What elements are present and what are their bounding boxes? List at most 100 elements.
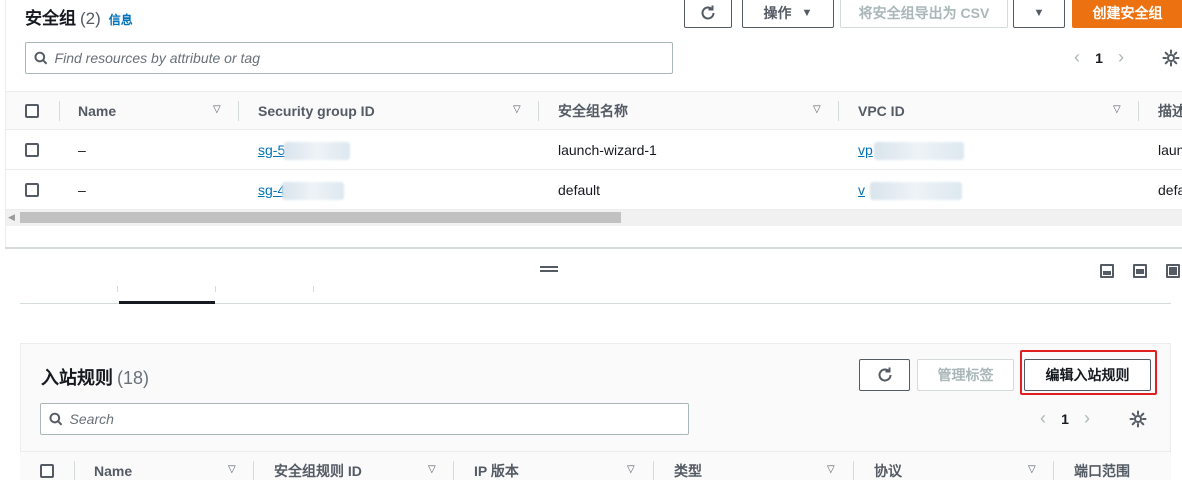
column-header-sg-id[interactable]: Security group ID — [258, 92, 375, 129]
column-divider[interactable] — [853, 461, 854, 480]
scroll-left-icon[interactable]: ◀ — [8, 212, 15, 223]
cell-sg-name: default — [558, 181, 601, 198]
next-page-icon[interactable]: › — [1110, 47, 1132, 68]
select-all-checkbox[interactable] — [40, 464, 54, 478]
column-divider — [74, 461, 75, 480]
inbound-pagination: ‹ 1 › — [1032, 408, 1098, 429]
sort-caret-icon[interactable]: ▽ — [627, 464, 635, 475]
column-header-label: 类型 — [674, 462, 702, 479]
column-header-label: 安全组名称 — [558, 102, 628, 119]
cell-sg-id-link[interactable]: sg-5 — [258, 130, 285, 169]
manage-tags-button[interactable]: 管理标签 — [917, 359, 1014, 391]
settings-gear-icon[interactable] — [1162, 49, 1180, 67]
cell-vpc-id-link[interactable]: vp — [858, 130, 873, 169]
column-divider[interactable] — [253, 461, 254, 480]
sort-caret-icon[interactable]: ▽ — [428, 464, 436, 475]
cell-vpc-id-link[interactable]: v — [858, 170, 865, 209]
info-link[interactable]: 信息 — [109, 13, 133, 27]
scrollbar-thumb[interactable] — [20, 212, 621, 223]
column-divider[interactable] — [838, 101, 839, 121]
row-checkbox[interactable] — [25, 183, 39, 197]
export-csv-button[interactable]: 将安全组导出为 CSV — [840, 0, 1008, 28]
inbound-refresh-button[interactable] — [859, 359, 910, 391]
column-divider[interactable] — [453, 461, 454, 480]
cell-sg-name: launch-wizard-1 — [558, 141, 657, 158]
prev-page-icon[interactable]: ‹ — [1032, 408, 1054, 429]
column-header-label: 端口范围 — [1074, 462, 1130, 479]
layout-full-icon[interactable] — [1166, 264, 1180, 278]
refresh-button[interactable] — [684, 0, 732, 28]
column-header-label: 描述 — [1158, 102, 1182, 119]
refresh-icon — [878, 367, 891, 382]
horizontal-scrollbar[interactable]: ◀ — [6, 210, 1182, 226]
search-icon — [34, 51, 48, 65]
redacted-overlay — [284, 142, 350, 160]
table-row[interactable]: – sg-5 launch-wizard-1 vp laun — [6, 130, 1182, 170]
inbound-rules-table-header: Name ▽ 安全组规则 ID ▽ IP 版本 ▽ 类型 ▽ 协议 ▽ 端口范围 — [20, 451, 1171, 480]
inbound-rules-title-text: 入站规则 — [41, 368, 113, 388]
sort-caret-icon[interactable]: ▽ — [813, 104, 821, 115]
column-divider[interactable] — [1053, 461, 1054, 480]
redacted-overlay — [874, 142, 964, 160]
caret-down-icon: ▼ — [801, 7, 813, 19]
column-divider[interactable] — [653, 461, 654, 480]
inbound-rules-count: (18) — [117, 368, 150, 388]
export-options-dropdown[interactable]: ▼ — [1013, 0, 1065, 28]
create-security-group-button[interactable]: 创建安全组 — [1072, 0, 1182, 28]
layout-split-icon[interactable] — [1133, 264, 1147, 278]
sort-caret-icon[interactable]: ▽ — [228, 464, 236, 475]
column-header-vpc-id[interactable]: VPC ID — [858, 92, 905, 129]
column-header-name[interactable]: Name — [78, 92, 116, 129]
layout-bottom-icon[interactable] — [1100, 264, 1114, 278]
resource-search-input[interactable] — [54, 50, 672, 66]
column-header-rule-id[interactable]: 安全组规则 ID — [274, 452, 362, 480]
current-page[interactable]: 1 — [1054, 411, 1076, 427]
drag-handle-icon[interactable] — [540, 266, 558, 272]
column-header-label: 协议 — [874, 462, 902, 479]
column-header-port-range[interactable]: 端口范围 — [1074, 452, 1130, 480]
tab-divider — [313, 286, 314, 292]
panel-title-text: 安全组 — [25, 9, 76, 28]
tab-inbound-rules-active-indicator[interactable] — [119, 301, 215, 304]
column-header-label: Security group ID — [258, 102, 375, 119]
column-header-description[interactable]: 描述 — [1158, 92, 1182, 129]
sort-caret-icon[interactable]: ▽ — [1028, 464, 1036, 475]
column-header-label: IP 版本 — [474, 462, 519, 479]
redacted-overlay — [282, 182, 344, 200]
row-checkbox[interactable] — [25, 143, 39, 157]
cell-name: – — [78, 181, 86, 198]
column-header-sg-name[interactable]: 安全组名称 — [558, 92, 628, 129]
column-header-label: VPC ID — [858, 102, 905, 119]
actions-label: 操作 — [763, 5, 792, 21]
caret-down-icon: ▼ — [1033, 7, 1045, 19]
column-divider[interactable] — [538, 101, 539, 121]
column-header-type[interactable]: 类型 — [674, 452, 702, 480]
inbound-search-field[interactable] — [40, 403, 689, 435]
refresh-icon — [701, 5, 715, 20]
actions-dropdown-button[interactable]: 操作 ▼ — [742, 0, 834, 28]
settings-gear-icon[interactable] — [1129, 410, 1147, 428]
column-divider[interactable] — [238, 101, 239, 121]
select-all-checkbox[interactable] — [25, 104, 39, 118]
tab-divider — [117, 286, 118, 292]
column-header-ip-version[interactable]: IP 版本 — [474, 452, 519, 480]
current-page[interactable]: 1 — [1088, 50, 1110, 66]
sort-caret-icon[interactable]: ▽ — [513, 104, 521, 115]
security-groups-title: 安全组 (2) 信息 — [25, 4, 133, 29]
resource-search-field[interactable] — [25, 42, 673, 74]
panel-splitter[interactable] — [5, 247, 1182, 249]
security-groups-count: (2) — [80, 9, 101, 28]
sort-caret-icon[interactable]: ▽ — [213, 104, 221, 115]
prev-page-icon[interactable]: ‹ — [1066, 47, 1088, 68]
column-header-protocol[interactable]: 协议 — [874, 452, 902, 480]
table-row[interactable]: – sg-4 default v defa — [6, 170, 1182, 210]
inbound-rules-title: 入站规则 (18) — [41, 364, 149, 390]
next-page-icon[interactable]: › — [1076, 408, 1098, 429]
sort-caret-icon[interactable]: ▽ — [827, 464, 835, 475]
sort-caret-icon[interactable]: ▽ — [1113, 104, 1121, 115]
edit-inbound-highlight-box — [1020, 350, 1157, 395]
column-divider[interactable] — [1138, 101, 1139, 121]
search-icon — [49, 412, 63, 426]
column-header-name[interactable]: Name — [94, 452, 132, 480]
inbound-search-input[interactable] — [69, 411, 688, 427]
